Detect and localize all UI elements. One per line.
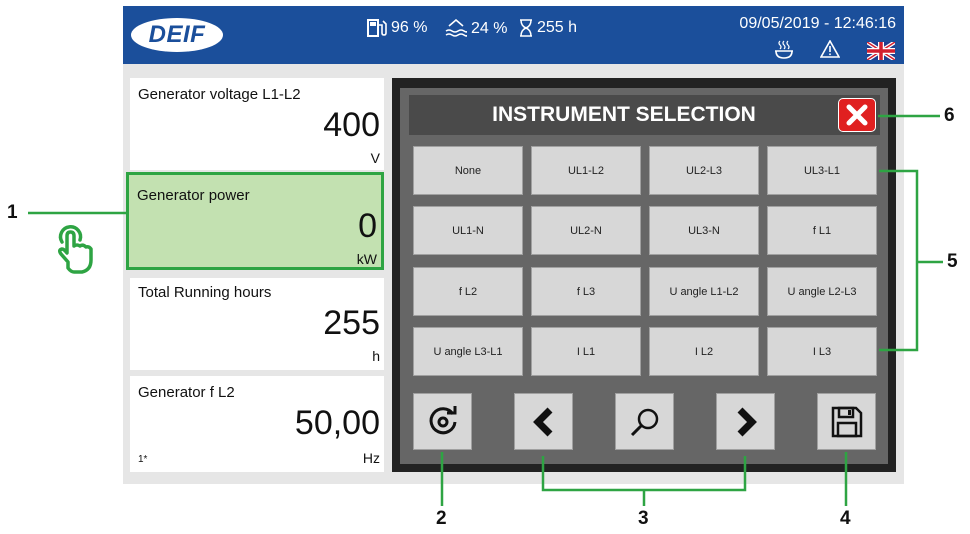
callout-5: 5 <box>947 251 958 272</box>
touch-hand-icon <box>57 225 93 274</box>
callout-3: 3 <box>638 508 649 529</box>
callout-2: 2 <box>436 508 447 529</box>
callout-1: 1 <box>7 202 18 223</box>
callout-4: 4 <box>840 508 851 529</box>
callout-6: 6 <box>944 105 955 126</box>
callout-lines <box>28 114 943 506</box>
